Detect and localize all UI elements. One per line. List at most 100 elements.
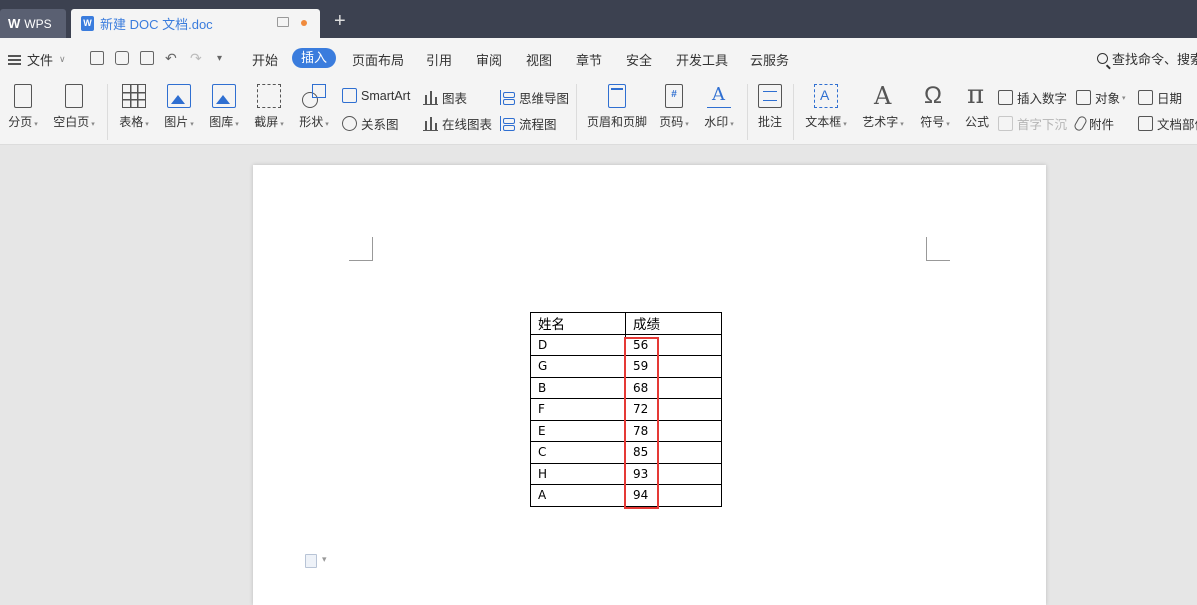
- blank-page-icon: [65, 84, 83, 108]
- formula-button[interactable]: 公式: [963, 80, 991, 130]
- online-chart-button[interactable]: 在线图表: [423, 114, 492, 133]
- mindmap-icon: [500, 90, 515, 105]
- table-cell[interactable]: B: [530, 376, 626, 399]
- header-footer-button[interactable]: 页眉和页脚: [586, 84, 648, 130]
- command-search[interactable]: 查找命令、搜索: [1097, 49, 1197, 68]
- screenshot-button[interactable]: 截屏: [251, 84, 287, 130]
- insert-number-button[interactable]: 插入数字: [998, 88, 1067, 107]
- chart-icon: [423, 90, 438, 105]
- undo-icon[interactable]: ↶: [165, 50, 177, 67]
- print-preview-icon[interactable]: [140, 51, 154, 65]
- watermark-button[interactable]: 水印: [701, 84, 737, 130]
- shape-button[interactable]: 形状: [296, 84, 332, 130]
- page-break-button[interactable]: 分页: [5, 84, 41, 130]
- ribbon-divider: [793, 84, 794, 140]
- tab-view[interactable]: 视图: [526, 50, 552, 69]
- table-cell[interactable]: D: [530, 333, 626, 356]
- table-header-score[interactable]: 成绩: [625, 312, 722, 335]
- wordart-button[interactable]: 艺术字: [859, 82, 907, 130]
- customize-chevron-icon[interactable]: ▾: [217, 53, 222, 64]
- date-button[interactable]: 日期: [1138, 88, 1182, 107]
- flowchart-label: 流程图: [519, 118, 557, 132]
- blank-page-button[interactable]: 空白页: [50, 84, 98, 130]
- tab-page-layout[interactable]: 页面布局: [352, 50, 404, 69]
- command-search-label: 查找命令、搜索: [1112, 52, 1197, 67]
- monitor-icon[interactable]: [277, 17, 289, 27]
- page-number-icon: #: [665, 84, 683, 108]
- comment-button[interactable]: 批注: [755, 84, 785, 130]
- wordart-label: 艺术字: [862, 115, 903, 129]
- table-cell[interactable]: A: [530, 484, 626, 507]
- relation-label: 关系图: [361, 118, 399, 132]
- flowchart-icon: [500, 116, 515, 131]
- page-break-icon: [14, 84, 32, 108]
- table-cell[interactable]: H: [530, 462, 626, 485]
- dropcap-icon: [998, 116, 1013, 131]
- screenshot-label: 截屏: [254, 115, 283, 129]
- wps-home-tab[interactable]: W WPS: [0, 9, 66, 38]
- chart-button[interactable]: 图表: [423, 88, 467, 107]
- online-chart-icon: [423, 116, 438, 131]
- table-cell[interactable]: E: [530, 419, 626, 442]
- textbox-button[interactable]: 文本框: [802, 84, 850, 130]
- insert-ribbon: 分页 空白页 表格 图片 图库 截屏 形状 SmartArt 关系图 图表 在线…: [0, 78, 1197, 145]
- document-page[interactable]: 姓名 成绩 D 56 G 59 B 68 F 72 E 78 C 85 H 93: [253, 165, 1046, 605]
- relation-icon: [342, 116, 357, 131]
- picture-button[interactable]: 图片: [161, 84, 197, 130]
- insert-number-label: 插入数字: [1017, 92, 1068, 106]
- margin-corner-mark: [926, 237, 950, 261]
- mindmap-button[interactable]: 思维导图: [500, 88, 569, 107]
- menu-bar: 文件 ∨ ↶ ↷ ▾ 开始 插入 页面布局 引用 审阅 视图 章节 安全 开发工…: [0, 38, 1197, 78]
- tab-cloud[interactable]: 云服务: [750, 50, 789, 69]
- print-icon[interactable]: [115, 51, 129, 65]
- paragraph-layout-icon[interactable]: [305, 554, 327, 568]
- insert-number-icon: [998, 90, 1013, 105]
- ribbon-divider: [747, 84, 748, 140]
- object-button[interactable]: 对象 ▾: [1076, 88, 1126, 107]
- table-button[interactable]: 表格: [116, 84, 152, 130]
- redo-icon[interactable]: ↷: [190, 50, 202, 67]
- calendar-icon: [1138, 90, 1153, 105]
- screenshot-scissors-icon: [257, 84, 281, 108]
- relation-button[interactable]: 关系图: [342, 114, 399, 133]
- table-cell[interactable]: C: [530, 441, 626, 464]
- file-menu-button[interactable]: 文件 ∨: [8, 50, 66, 69]
- doc-parts-label: 文档部件: [1157, 118, 1197, 132]
- smartart-label: SmartArt: [361, 88, 411, 103]
- tab-references[interactable]: 引用: [426, 50, 452, 69]
- tab-home[interactable]: 开始: [252, 50, 278, 69]
- hamburger-icon: [8, 54, 21, 65]
- save-icon[interactable]: [90, 51, 104, 65]
- comment-label: 批注: [757, 115, 782, 129]
- tab-chapter[interactable]: 章节: [576, 50, 602, 69]
- shape-label: 形状: [299, 115, 328, 129]
- table-cell[interactable]: G: [530, 355, 626, 378]
- page-number-button[interactable]: # 页码: [656, 84, 692, 130]
- title-bar: W WPS W 新建 DOC 文档.doc +: [0, 0, 1197, 38]
- header-footer-icon: [608, 84, 626, 108]
- comment-icon: [758, 84, 782, 108]
- textbox-label: 文本框: [805, 115, 846, 129]
- attachment-label: 附件: [1089, 118, 1115, 132]
- symbol-button[interactable]: 符号: [916, 82, 954, 130]
- gallery-button[interactable]: 图库: [206, 84, 242, 130]
- dropcap-button[interactable]: 首字下沉: [998, 114, 1067, 133]
- picture-icon: [167, 84, 191, 108]
- doc-parts-button[interactable]: 文档部件: [1138, 114, 1197, 133]
- unsaved-dot-icon[interactable]: [301, 20, 307, 26]
- tab-review[interactable]: 审阅: [476, 50, 502, 69]
- tab-developer[interactable]: 开发工具: [676, 50, 728, 69]
- gallery-icon: [212, 84, 236, 108]
- new-tab-button[interactable]: +: [334, 11, 346, 31]
- table-cell[interactable]: F: [530, 398, 626, 421]
- attachment-button[interactable]: 附件: [1072, 114, 1115, 133]
- document-tab[interactable]: W 新建 DOC 文档.doc: [71, 9, 320, 38]
- smartart-button[interactable]: SmartArt: [342, 88, 410, 103]
- tab-insert[interactable]: 插入: [292, 48, 336, 68]
- table-header-row: 姓名 成绩: [530, 312, 722, 335]
- flowchart-button[interactable]: 流程图: [500, 114, 557, 133]
- document-tab-title: 新建 DOC 文档.doc: [100, 17, 213, 32]
- object-icon: [1076, 90, 1091, 105]
- tab-security[interactable]: 安全: [626, 50, 652, 69]
- table-header-name[interactable]: 姓名: [530, 312, 626, 335]
